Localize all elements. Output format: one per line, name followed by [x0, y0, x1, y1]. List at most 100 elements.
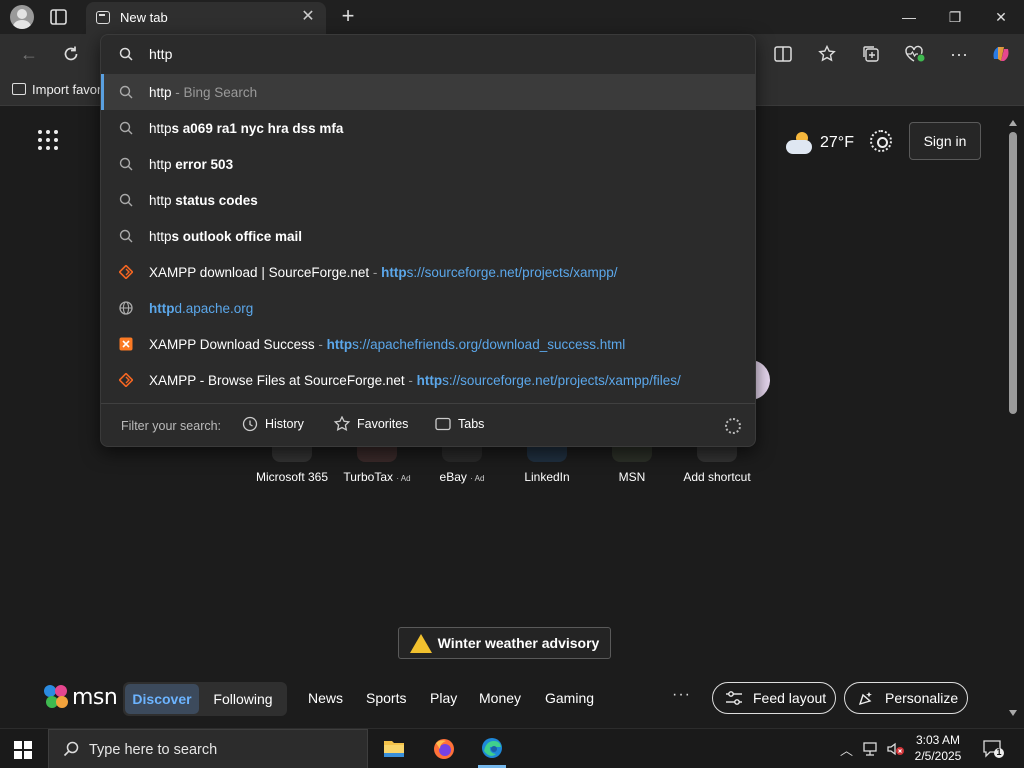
shortcut-label: MSN — [618, 470, 646, 484]
filter-favorites-button[interactable]: Favorites — [333, 416, 409, 432]
file-explorer-button[interactable] — [370, 729, 418, 768]
sign-in-button[interactable]: Sign in — [909, 122, 981, 160]
shortcut-label: Microsoft 365 — [255, 470, 329, 484]
partly-cloudy-icon — [786, 132, 812, 154]
suggestion-completion: status codes — [171, 193, 258, 208]
system-clock[interactable]: 3:03 AM 2/5/2025 — [912, 732, 964, 764]
scroll-thumb[interactable] — [1009, 132, 1017, 414]
search-settings-gear-icon[interactable] — [725, 418, 741, 434]
windows-start-icon[interactable] — [14, 741, 32, 759]
address-bar-text[interactable]: http — [149, 46, 172, 62]
scroll-up-arrow-icon[interactable] — [1009, 120, 1017, 126]
volume-muted-icon[interactable] — [886, 741, 906, 757]
firefox-icon — [434, 739, 454, 759]
suggestion-url-typed: http — [326, 337, 353, 352]
feed-layout-button[interactable]: Feed layout — [712, 682, 836, 714]
nav-gaming[interactable]: Gaming — [545, 690, 594, 706]
suggestion-bing-search[interactable]: http - Bing Search — [101, 74, 755, 110]
edge-button[interactable] — [468, 729, 516, 768]
taskbar-search-box[interactable]: Type here to search — [48, 729, 368, 768]
title-bar: New tab ✕ + — ❐ ✕ — [0, 0, 1024, 34]
suggestion-item[interactable]: https a069 ra1 nyc hra dss mfa — [101, 110, 755, 146]
more-menu-icon[interactable]: ··· — [946, 41, 972, 67]
suggestion-item[interactable]: https outlook office mail — [101, 218, 755, 254]
suggestion-completion: s outlook office mail — [171, 229, 303, 244]
show-hidden-icons-chevron-icon[interactable]: ︿ — [840, 740, 853, 759]
suggestion-title: XAMPP Download Success — [149, 337, 315, 352]
refresh-button[interactable] — [58, 41, 84, 67]
tab-title: New tab — [120, 10, 168, 25]
folder-icon — [384, 741, 404, 757]
sliders-icon — [726, 691, 742, 705]
app-launcher-icon[interactable] — [38, 130, 60, 152]
suggestion-url-typed: http — [381, 265, 407, 280]
suggestion-item[interactable]: http error 503 — [101, 146, 755, 182]
search-icon — [119, 121, 133, 135]
suggestion-typed: http — [149, 157, 172, 172]
msn-logo[interactable]: msn — [44, 682, 118, 712]
suggestion-title: XAMPP - Browse Files at SourceForge.net — [149, 373, 405, 388]
suggestion-site-sourceforge-files[interactable]: XAMPP - Browse Files at SourceForge.net … — [101, 362, 755, 398]
nav-sports[interactable]: Sports — [366, 690, 406, 706]
nav-play[interactable]: Play — [430, 690, 457, 706]
more-nav-button[interactable]: ··· — [672, 686, 691, 704]
suggestion-site-xampp[interactable]: XAMPP Download Success - https://apachef… — [101, 326, 755, 362]
back-button[interactable]: ← — [16, 41, 42, 67]
nav-money[interactable]: Money — [479, 690, 521, 706]
firefox-button[interactable] — [420, 729, 468, 768]
personalize-button[interactable]: Personalize — [844, 682, 968, 714]
suggestion-url: s://sourceforge.net/projects/xampp/ — [406, 265, 618, 280]
profile-avatar[interactable] — [10, 5, 34, 29]
sourceforge-icon — [119, 265, 133, 279]
suggestion-url-typed: http — [416, 373, 443, 388]
new-tab-icon — [96, 11, 110, 24]
filter-favorites-label: Favorites — [357, 417, 409, 431]
feed-layout-label: Feed layout — [753, 690, 827, 706]
close-window-button[interactable]: ✕ — [986, 6, 1016, 28]
notification-center-button[interactable]: 1 — [982, 739, 1004, 759]
weather-advisory-button[interactable]: Winter weather advisory — [398, 627, 611, 659]
filter-tabs-button[interactable]: Tabs — [434, 417, 484, 431]
favorites-star-icon[interactable] — [814, 41, 840, 67]
suggestion-title: XAMPP download | SourceForge.net — [149, 265, 370, 280]
maximize-button[interactable]: ❐ — [940, 6, 970, 28]
clock-date: 2/5/2025 — [914, 749, 962, 763]
tab-close-button[interactable]: ✕ — [298, 7, 318, 27]
shortcut-label: eBay — [439, 470, 467, 484]
suggestion-completion: s a069 ra1 nyc hra dss mfa — [171, 121, 344, 136]
star-icon — [333, 416, 351, 432]
tab-following[interactable]: Following — [203, 684, 283, 714]
tab-actions-icon[interactable] — [48, 7, 70, 27]
suggestion-url: d.apache.org — [174, 301, 254, 316]
suggestion-typed: http — [149, 229, 172, 244]
browser-essentials-icon[interactable] — [902, 41, 928, 67]
xampp-icon — [119, 337, 133, 351]
advisory-label: Winter weather advisory — [437, 635, 600, 651]
copilot-icon[interactable] — [988, 41, 1014, 67]
split-screen-icon[interactable] — [770, 41, 796, 67]
nav-news[interactable]: News — [308, 690, 343, 706]
tab-discover[interactable]: Discover — [125, 684, 199, 714]
minimize-button[interactable]: — — [894, 6, 924, 28]
import-favorites-label: Import favor — [32, 82, 102, 97]
suggestion-typed: http — [149, 193, 172, 208]
suggestion-site-sourceforge[interactable]: XAMPP download | SourceForge.net - https… — [101, 254, 755, 290]
weather-widget[interactable]: 27°F — [786, 128, 854, 158]
suggestion-url-httpd[interactable]: httpd.apache.org — [101, 290, 755, 326]
network-icon[interactable] — [862, 741, 880, 757]
import-favorites-button[interactable]: Import favor — [12, 82, 101, 97]
tab-new-tab[interactable]: New tab ✕ — [86, 2, 326, 34]
shortcut-label: TurboTax — [343, 470, 393, 484]
filter-history-button[interactable]: History — [241, 416, 304, 432]
new-tab-button[interactable]: + — [336, 5, 360, 29]
address-bar-input-row[interactable]: http — [101, 35, 755, 73]
page-settings-gear-icon[interactable] — [870, 130, 892, 152]
history-icon — [242, 416, 258, 432]
suggestion-item[interactable]: http status codes — [101, 182, 755, 218]
windows-taskbar: Type here to search ︿ 3:03 AM 2/5/2025 1 — [0, 728, 1024, 768]
collections-icon[interactable] — [858, 41, 884, 67]
suggestion-url-typed: http — [149, 301, 175, 316]
msn-logo-text: msn — [72, 684, 118, 710]
page-scrollbar[interactable] — [1006, 116, 1020, 722]
scroll-down-arrow-icon[interactable] — [1009, 710, 1017, 716]
